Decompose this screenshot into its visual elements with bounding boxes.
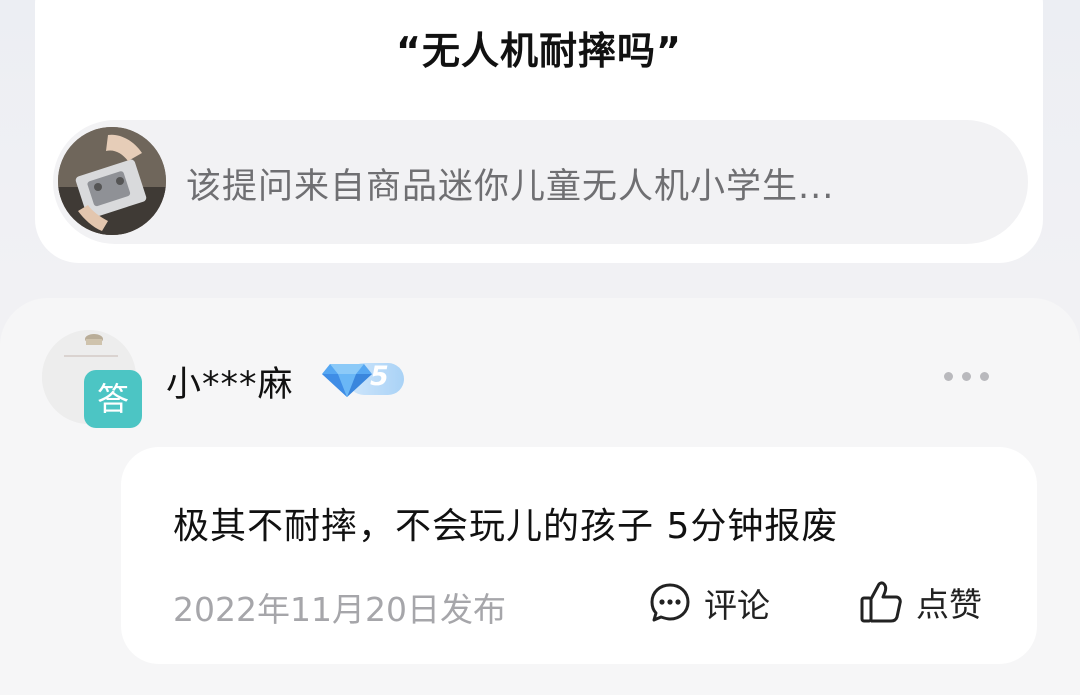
question-title: “无人机耐摔吗” [396,29,682,73]
more-icon [944,372,953,381]
answerer-avatar-group[interactable]: 答 [42,330,142,430]
answer-date: 2022年11月20日发布 [173,590,506,629]
level-number: 5 [370,361,389,392]
comment-icon [650,583,690,622]
product-source-link[interactable]: 该提问来自商品迷你儿童无人机小学生... [53,120,1028,244]
answer-text: 极其不耐摔，不会玩儿的孩子 5分钟报废 [173,506,839,547]
like-button[interactable]: 点赞 [858,576,982,628]
comment-button[interactable]: 评论 [648,578,770,628]
question-card: “无人机耐摔吗” 该提问来自商品迷你儿童无人机小学生... [35,0,1043,263]
more-icon [962,372,971,381]
diamond-icon [322,364,372,397]
username[interactable]: 小***麻 [166,356,294,407]
source-product-text: 该提问来自商品迷你儿童无人机小学生... [186,167,835,207]
comment-label: 评论 [704,586,770,625]
product-thumbnail[interactable] [58,127,166,235]
like-label: 点赞 [916,585,982,624]
answer-bubble: 极其不耐摔，不会玩儿的孩子 5分钟报废 2022年11月20日发布 评论 点赞 [121,447,1037,664]
user-level-badge: 5 [322,360,406,398]
more-icon [980,372,989,381]
thumbs-up-icon [860,581,902,623]
answer-badge: 答 [84,370,142,428]
more-options-button[interactable] [940,365,992,389]
